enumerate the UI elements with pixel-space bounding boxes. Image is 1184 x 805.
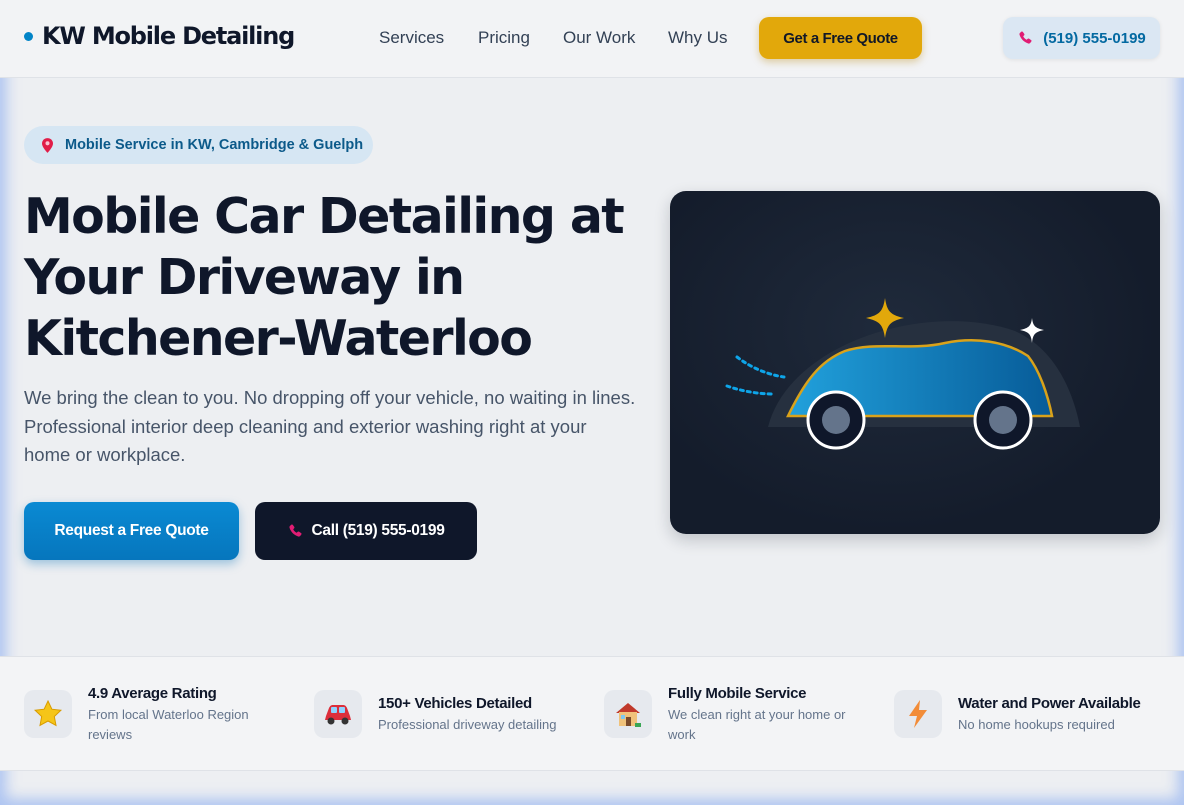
feature-subtitle: From local Waterloo Region reviews: [88, 707, 249, 742]
motion-line-bottom: [725, 384, 777, 396]
nav-our-work[interactable]: Our Work: [563, 28, 635, 48]
features-strip: 4.9 Average Rating From local Waterloo R…: [0, 656, 1184, 771]
car-icon: [314, 690, 362, 738]
feature-title: 4.9 Average Rating: [88, 685, 217, 702]
hero-description: We bring the clean to you. No dropping o…: [24, 387, 636, 465]
call-button-label: Call (519) 555-0199: [311, 522, 445, 539]
car-illustration: [725, 298, 1080, 450]
nav-pricing[interactable]: Pricing: [478, 28, 530, 48]
site-header: KW Mobile Detailing Services Pricing Our…: [0, 0, 1184, 78]
call-button[interactable]: Call (519) 555-0199: [255, 502, 477, 560]
feature-vehicles: 150+ Vehicles Detailed Professional driv…: [314, 657, 584, 772]
header-quote-button[interactable]: Get a Free Quote: [759, 17, 922, 59]
location-pin-icon: [42, 137, 53, 153]
phone-icon: [1019, 31, 1032, 44]
feature-subtitle: We clean right at your home or work: [668, 707, 846, 742]
hero-title-line-3: Kitchener-Waterloo: [24, 310, 533, 367]
hero-illustration: [670, 191, 1160, 534]
feature-title: 150+ Vehicles Detailed: [378, 695, 532, 712]
lightning-icon: [894, 690, 942, 738]
hero-title: Mobile Car Detailing at Your Driveway in…: [24, 186, 644, 369]
header-phone-button[interactable]: (519) 555-0199: [1003, 17, 1160, 59]
nav-services[interactable]: Services: [379, 28, 444, 48]
house-icon: [604, 690, 652, 738]
logo-text: KW Mobile Detailing: [42, 22, 295, 50]
feature-title: Water and Power Available: [958, 695, 1141, 712]
feature-subtitle: No home hookups required: [958, 717, 1115, 732]
feature-subtitle: Professional driveway detailing: [378, 717, 557, 732]
logo[interactable]: KW Mobile Detailing: [24, 22, 295, 50]
front-wheel: [806, 390, 866, 450]
star-icon: [24, 690, 72, 738]
motion-line-top: [735, 355, 786, 379]
rear-wheel: [973, 390, 1033, 450]
page: KW Mobile Detailing Services Pricing Our…: [0, 0, 1184, 805]
feature-water-power: Water and Power Available No home hookup…: [894, 657, 1174, 772]
request-quote-button[interactable]: Request a Free Quote: [24, 502, 239, 560]
hero-title-line-2: Your Driveway in: [24, 249, 465, 306]
feature-rating: 4.9 Average Rating From local Waterloo R…: [24, 657, 284, 772]
phone-icon: [289, 524, 303, 537]
header-phone-label: (519) 555-0199: [1043, 29, 1146, 47]
badge-label: Mobile Service in KW, Cambridge & Guelph: [65, 137, 364, 153]
logo-dot-icon: [24, 31, 33, 41]
service-area-badge: Mobile Service in KW, Cambridge & Guelph: [24, 126, 373, 164]
feature-mobile: Fully Mobile Service We clean right at y…: [604, 657, 874, 772]
nav-why-us[interactable]: Why Us: [668, 28, 728, 48]
hero-title-line-1: Mobile Car Detailing at: [24, 188, 625, 245]
feature-title: Fully Mobile Service: [668, 685, 807, 702]
